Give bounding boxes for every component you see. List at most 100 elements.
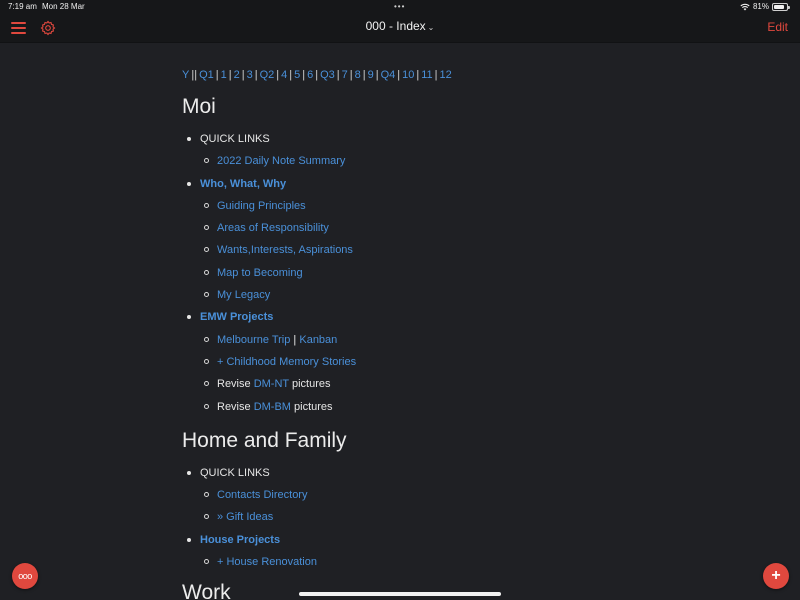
sub-list: Guiding Principles Areas of Responsibilit…	[200, 195, 742, 306]
nav-link-y[interactable]: Y	[182, 69, 189, 81]
nav-link-11[interactable]: 11	[421, 69, 432, 81]
nav-separator: |	[241, 69, 245, 81]
list-item-label: QUICK LINKS	[200, 133, 270, 145]
nav-separator: |	[276, 69, 280, 81]
nav-link-8[interactable]: 8	[355, 69, 361, 81]
sub-list-item: 2022 Daily Note Summary	[200, 150, 742, 172]
sub-list-item: Map to Becoming	[200, 262, 742, 284]
sub-list-item: + House Renovation	[200, 551, 742, 573]
nav-link-5[interactable]: 5	[294, 69, 300, 81]
plain-text: pictures	[288, 378, 331, 391]
multitask-dots-icon[interactable]: •••	[394, 2, 405, 11]
note-link[interactable]: DM-NT	[254, 378, 289, 390]
sub-list: Contacts Directory » Gift Ideas	[200, 484, 742, 529]
nav-separator: |	[302, 69, 306, 81]
nav-separator: |	[315, 69, 319, 81]
nav-link-4[interactable]: 4	[281, 69, 287, 81]
note-link[interactable]: Melbourne Trip	[217, 334, 290, 346]
nav-link-q2[interactable]: Q2	[260, 69, 275, 81]
nav-separator: |	[254, 69, 258, 81]
note-link[interactable]: Contacts Directory	[217, 489, 307, 501]
edit-button[interactable]: Edit	[767, 20, 788, 34]
chevron-down-icon: ⌄	[427, 23, 435, 32]
status-date: Mon 28 Mar	[42, 2, 85, 11]
note-title: 000 - Index	[365, 19, 426, 33]
nav-link-10[interactable]: 10	[402, 69, 414, 81]
nav-separator: |	[215, 69, 219, 81]
sub-list-item: Revise DM-NT pictures	[200, 373, 742, 395]
list-item: QUICK LINKS Contacts Directory » Gift Idea…	[182, 462, 742, 529]
plain-text: pictures	[290, 400, 333, 413]
nav-separator: |	[228, 69, 232, 81]
plain-text: Revise	[217, 400, 254, 413]
note-title-button[interactable]: 000 - Index ⌄	[0, 19, 800, 33]
sub-list-item: + Childhood Memory Stories	[200, 351, 742, 373]
sections: Moi QUICK LINKS 2022 Daily Note Summary Who…	[182, 92, 742, 573]
nav-link-6[interactable]: 6	[307, 69, 313, 81]
nav-separator: |	[349, 69, 353, 81]
note-link[interactable]: DM-BM	[254, 401, 291, 413]
nav-separator: |	[416, 69, 420, 81]
battery-fill	[774, 4, 784, 9]
sub-list: + House Renovation	[200, 551, 742, 573]
battery-icon	[772, 2, 790, 11]
note-link[interactable]: Wants,Interests, Aspirations	[217, 244, 353, 256]
note-link[interactable]: » Gift Ideas	[217, 511, 273, 523]
nav-link-3[interactable]: 3	[247, 69, 253, 81]
note-link[interactable]: Map to Becoming	[217, 267, 303, 279]
nav-link-2[interactable]: 2	[234, 69, 240, 81]
battery-tip	[788, 5, 790, 9]
list-item: Who, What, Why Guiding Principles Areas of…	[182, 173, 742, 307]
note-link[interactable]: My Legacy	[217, 289, 270, 301]
nav-link-12[interactable]: 12	[440, 69, 452, 81]
list-item: QUICK LINKS 2022 Daily Note Summary	[182, 128, 742, 173]
nav-link-7[interactable]: 7	[342, 69, 348, 81]
wifi-icon	[740, 3, 750, 10]
sub-list: 2022 Daily Note Summary	[200, 150, 742, 172]
list-item-link[interactable]: EMW Projects	[200, 311, 273, 323]
section-heading: Moi	[182, 95, 216, 118]
plain-text: Revise	[217, 378, 254, 391]
add-note-button[interactable]: +	[763, 563, 789, 589]
nav-separator: |	[336, 69, 340, 81]
status-right: 81%	[740, 2, 790, 11]
nav-link-q1[interactable]: Q1	[199, 69, 214, 81]
status-time: 7:19 am	[8, 2, 37, 11]
nav-separator: |	[375, 69, 379, 81]
list-item-link[interactable]: House Projects	[200, 534, 280, 546]
home-indicator[interactable]	[299, 592, 501, 596]
nav-separator: |	[434, 69, 438, 81]
nav-link-1[interactable]: 1	[221, 69, 227, 81]
section-heading-work: Work	[182, 581, 231, 600]
note-link[interactable]: 2022 Daily Note Summary	[217, 155, 345, 167]
note-link[interactable]: Guiding Principles	[217, 200, 306, 212]
section-heading: Home and Family	[182, 428, 347, 452]
note-link[interactable]: Areas of Responsibility	[217, 222, 329, 234]
nav-link-9[interactable]: 9	[368, 69, 374, 81]
list-item-label: QUICK LINKS	[200, 466, 270, 479]
nav-separator: |	[362, 69, 366, 81]
bullet-list: QUICK LINKS 2022 Daily Note Summary Who, W…	[182, 128, 742, 418]
period-nav-links: Y || Q1 | 1 | 2 | 3 | Q2 | 4 | 5 | 6 | Q3 | 7 | 8 | 9 | Q4 | 10 | 11 | 1…	[182, 66, 742, 84]
sub-list-item: Contacts Directory	[200, 484, 742, 506]
note-content: Y || Q1 | 1 | 2 | 3 | Q2 | 4 | 5 | 6 | Q3 | 7 | 8 | 9 | Q4 | 10 | 11 | 1…	[182, 66, 742, 573]
more-icon: ooo	[18, 571, 32, 581]
bullet-list: QUICK LINKS Contacts Directory » Gift Idea…	[182, 462, 742, 573]
nav-separator: |	[289, 69, 293, 81]
sub-list-item: My Legacy	[200, 284, 742, 306]
top-bar: 7:19 am Mon 28 Mar ••• 81% 000 - Index ⌄ …	[0, 0, 800, 43]
sub-list: Melbourne Trip | Kanban + Childhood Memor…	[200, 329, 742, 418]
note-link[interactable]: + Childhood Memory Stories	[217, 356, 356, 368]
note-link[interactable]: Kanban	[299, 334, 337, 346]
nav-separator: ||	[191, 69, 198, 81]
nav-link-q3[interactable]: Q3	[320, 69, 335, 81]
list-item: House Projects + House Renovation	[182, 529, 742, 574]
nav-link-q4[interactable]: Q4	[381, 69, 396, 81]
sub-list-item: Melbourne Trip | Kanban	[200, 329, 742, 351]
note-link[interactable]: + House Renovation	[217, 556, 317, 568]
nav-separator: |	[397, 69, 401, 81]
sub-list-item: Revise DM-BM pictures	[200, 396, 742, 418]
more-options-button[interactable]: ooo	[12, 563, 38, 589]
list-item-link[interactable]: Who, What, Why	[200, 178, 286, 190]
sub-list-item: Areas of Responsibility	[200, 217, 742, 239]
